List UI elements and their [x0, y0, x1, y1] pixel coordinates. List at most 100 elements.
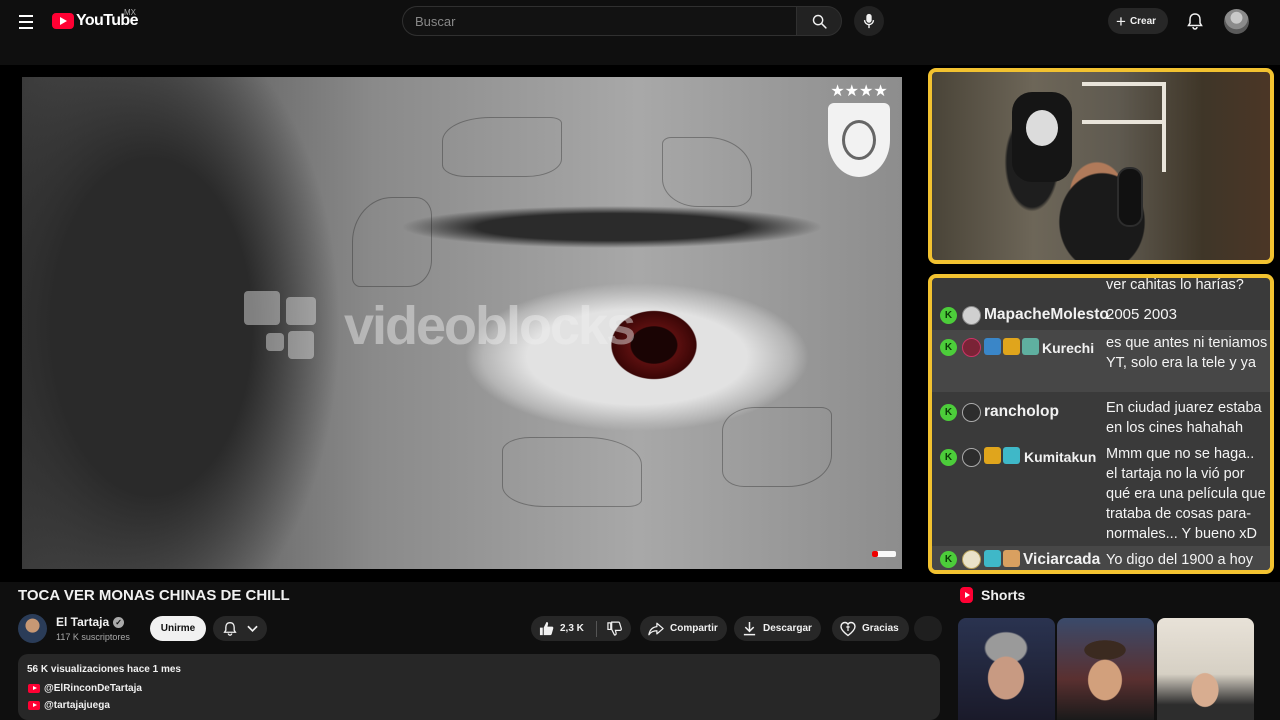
share-button[interactable]: Compartir [640, 616, 727, 641]
view-count-date: 56 K visualizaciones hace 1 mes [27, 664, 181, 675]
team-crest: ★★★★ [818, 81, 900, 181]
headset-icon [1117, 167, 1143, 227]
avatar [962, 403, 981, 422]
avatar [962, 306, 981, 325]
shorts-heading: Shorts [981, 587, 1026, 603]
member-badge-icon: K [940, 449, 957, 466]
youtube-icon [28, 701, 40, 710]
crack-texture [442, 117, 562, 177]
create-label: Crear [1129, 15, 1157, 27]
member-badge-icon: K [940, 307, 957, 324]
chat-text: ver cahitas lo harías? [1106, 277, 1244, 293]
search-button[interactable] [796, 6, 842, 36]
join-button[interactable]: Unirme [150, 616, 206, 641]
create-button[interactable]: + Crear [1108, 8, 1169, 34]
chat-message: K MapacheMolesto 2005 2003 [932, 301, 1270, 329]
dislike-icon[interactable] [607, 621, 622, 636]
crown-badge-icon [984, 447, 1001, 464]
description-box[interactable]: 56 K visualizaciones hace 1 mes @ElRinco… [18, 654, 940, 720]
subscribe-watermark-icon[interactable] [872, 551, 896, 557]
share-label: Compartir [670, 623, 718, 634]
bell-icon [222, 621, 237, 636]
chat-partial-message: ver cahitas lo harías? [932, 278, 1270, 293]
member-badge-icon: K [940, 339, 957, 356]
channel-link[interactable]: @tartajajuega [28, 700, 110, 711]
download-icon [743, 621, 756, 636]
share-icon [648, 622, 664, 635]
subscription-notifications-button[interactable] [213, 616, 267, 641]
bell-icon [1187, 13, 1203, 30]
webcam-overlay [928, 68, 1274, 264]
search-box [402, 6, 796, 36]
account-avatar[interactable] [1224, 9, 1249, 34]
live-chat-overlay: ver cahitas lo harías? K MapacheMolesto … [928, 274, 1274, 574]
shield-icon [828, 103, 890, 177]
download-button[interactable]: Descargar [734, 616, 821, 641]
youtube-logo[interactable]: YouTube MX [52, 8, 138, 31]
chat-username: rancholop [984, 403, 1059, 420]
thanks-label: Gracias [862, 623, 899, 634]
subscriber-count: 117 K suscriptores [56, 632, 130, 642]
channel-name-link[interactable]: El Tartaja ✓ [56, 615, 125, 629]
chat-text: Yo digo del 1900 a hoy [1106, 552, 1254, 568]
chat-message: K rancholop En ciudad juarez estaba en l… [932, 395, 1270, 439]
video-title: TOCA VER MONAS CHINAS DE CHILL [18, 587, 290, 604]
avatar [962, 550, 981, 569]
watermark-text: videoblocks [344, 296, 636, 356]
video-player[interactable]: videoblocks ★★★★ [22, 77, 902, 569]
chat-message: K Viciarcada Yo digo del 1900 a hoy [932, 546, 1270, 570]
channel-link[interactable]: @ElRinconDeTartaja [28, 683, 142, 694]
region-code: MX [124, 8, 136, 17]
chat-username: MapacheMolesto [984, 306, 1109, 323]
chat-text: Mmm que no se haga.. el tartaja no la vi… [1106, 446, 1266, 542]
verified-icon: ✓ [113, 616, 125, 628]
notifications-button[interactable] [1183, 9, 1207, 33]
chat-username: Kurechi [1042, 340, 1095, 356]
sword-badge-icon [984, 338, 1001, 355]
divider [595, 620, 597, 637]
avatar [962, 448, 981, 467]
like-count[interactable]: 2,3 K [560, 623, 584, 634]
chevron-down-icon [246, 625, 258, 632]
chat-message: K Kurechi es que antes ni teniamos YT, s… [932, 330, 1270, 392]
short-thumbnail[interactable] [1157, 618, 1254, 720]
gaming-chair [1012, 92, 1072, 182]
search-input[interactable] [403, 7, 796, 35]
shelf [1082, 120, 1162, 124]
short-thumbnail[interactable] [958, 618, 1055, 720]
chat-text: En ciudad juarez estaba en los cines hah… [1106, 400, 1262, 436]
crack-texture [352, 197, 432, 287]
voice-search-button[interactable] [854, 6, 884, 36]
like-dislike-group: 2,3 K [531, 616, 631, 641]
menu-icon[interactable] [14, 11, 38, 31]
link-text: @tartajajuega [44, 700, 110, 711]
plus-icon: + [1116, 11, 1126, 31]
link-text: @ElRinconDeTartaja [44, 683, 142, 694]
masthead: YouTube MX + Crear [0, 0, 1280, 42]
emote-badge-icon [1003, 550, 1020, 567]
stock-watermark: videoblocks [244, 291, 636, 361]
youtube-play-icon [52, 13, 74, 29]
channel-name: El Tartaja [56, 615, 110, 629]
youtube-icon [28, 684, 40, 693]
thanks-button[interactable]: Gracias [832, 616, 909, 641]
shorts-header: Shorts [960, 587, 1025, 603]
crack-texture [662, 137, 752, 207]
chat-username: Kumitakun [1024, 449, 1097, 465]
more-actions-button[interactable] [914, 616, 942, 641]
crown-badge-icon [1003, 338, 1020, 355]
member-badge-icon: K [940, 404, 957, 421]
super-thanks-icon [840, 621, 856, 636]
shelf [1082, 82, 1162, 86]
shelf [1162, 82, 1166, 172]
mic-icon [863, 13, 875, 29]
like-icon[interactable] [539, 621, 554, 636]
chat-text: es que antes ni teniamos YT, solo era la… [1106, 335, 1268, 371]
member-badge-icon: K [940, 551, 957, 568]
emote-badge-icon [984, 550, 1001, 567]
emote-badge-icon [1003, 447, 1020, 464]
avatar [962, 338, 981, 357]
channel-avatar[interactable] [18, 614, 47, 643]
crack-texture [722, 407, 832, 487]
short-thumbnail[interactable] [1057, 618, 1154, 720]
